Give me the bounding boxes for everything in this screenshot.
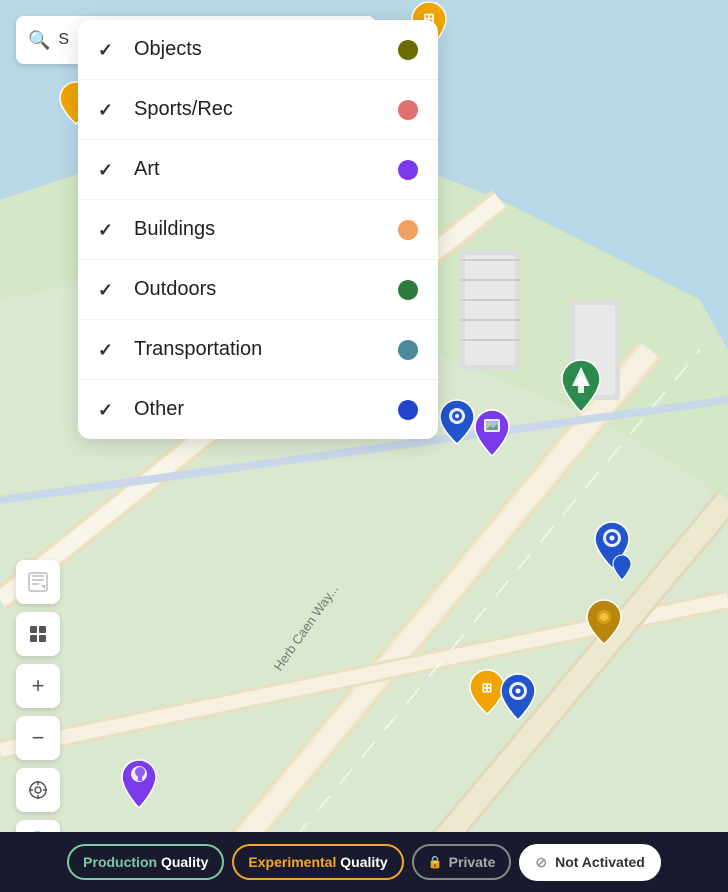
minus-icon: − [32, 725, 45, 751]
filter-item-art[interactable]: ✓ Art [78, 140, 438, 200]
filter-label-objects: Objects [134, 38, 398, 61]
color-dot-transportation [398, 340, 418, 360]
zoom-out-button[interactable]: − [16, 716, 60, 760]
color-dot-buildings [398, 220, 418, 240]
marker-blue-double [590, 520, 634, 595]
filter-item-other[interactable]: ✓ Other [78, 380, 438, 439]
grid-tool-button[interactable] [16, 612, 60, 656]
filter-label-art: Art [134, 158, 398, 181]
filter-label-sports: Sports/Rec [134, 98, 398, 121]
color-dot-outdoors [398, 280, 418, 300]
left-toolbar: + − 🌐 [16, 560, 60, 864]
marker-blue-bottom [498, 672, 538, 727]
private-label: Private [449, 854, 496, 870]
production-badge[interactable]: Production Quality [67, 844, 224, 880]
filter-label-outdoors: Outdoors [134, 278, 398, 301]
edit-icon [28, 572, 48, 592]
slash-circle-icon: ⊘ [535, 854, 547, 871]
search-icon: 🔍 [28, 30, 50, 51]
experimental-badge[interactable]: Experimental Quality [232, 844, 403, 880]
check-art: ✓ [98, 160, 118, 180]
zoom-in-button[interactable]: + [16, 664, 60, 708]
not-activated-label: Not Activated [555, 854, 645, 870]
check-objects: ✓ [98, 40, 118, 60]
locate-button[interactable] [16, 768, 60, 812]
filter-label-buildings: Buildings [134, 218, 398, 241]
marker-purple-image [472, 408, 512, 463]
experimental-label: Experimental Quality [248, 854, 387, 870]
color-dot-sports [398, 100, 418, 120]
plus-icon: + [32, 673, 45, 699]
edit-tool-button[interactable] [16, 560, 60, 604]
locate-icon [28, 780, 48, 800]
status-bar: Production Quality Experimental Quality … [0, 832, 728, 892]
svg-text:⊞: ⊞ [482, 680, 493, 695]
color-dot-art [398, 160, 418, 180]
check-buildings: ✓ [98, 220, 118, 240]
grid-icon [28, 624, 48, 644]
marker-gold [585, 598, 623, 651]
marker-purple-lightbulb [118, 758, 160, 815]
color-dot-other [398, 400, 418, 420]
marker-blue-circle [438, 398, 476, 451]
filter-label-other: Other [134, 398, 398, 421]
lock-icon: 🔒 [428, 855, 443, 869]
check-sports: ✓ [98, 100, 118, 120]
check-outdoors: ✓ [98, 280, 118, 300]
filter-item-outdoors[interactable]: ✓ Outdoors [78, 260, 438, 320]
check-other: ✓ [98, 400, 118, 420]
not-activated-badge[interactable]: ⊘ Not Activated [519, 844, 660, 881]
filter-item-transportation[interactable]: ✓ Transportation [78, 320, 438, 380]
filter-label-transportation: Transportation [134, 338, 398, 361]
color-dot-objects [398, 40, 418, 60]
production-label: Production Quality [83, 854, 208, 870]
check-transportation: ✓ [98, 340, 118, 360]
filter-item-objects[interactable]: ✓ Objects [78, 20, 438, 80]
filter-item-buildings[interactable]: ✓ Buildings [78, 200, 438, 260]
private-badge[interactable]: 🔒 Private [412, 844, 512, 880]
marker-green-tree [558, 358, 604, 419]
filter-item-sports[interactable]: ✓ Sports/Rec [78, 80, 438, 140]
filter-dropdown: ✓ Objects ✓ Sports/Rec ✓ Art ✓ Buildings… [78, 20, 438, 439]
